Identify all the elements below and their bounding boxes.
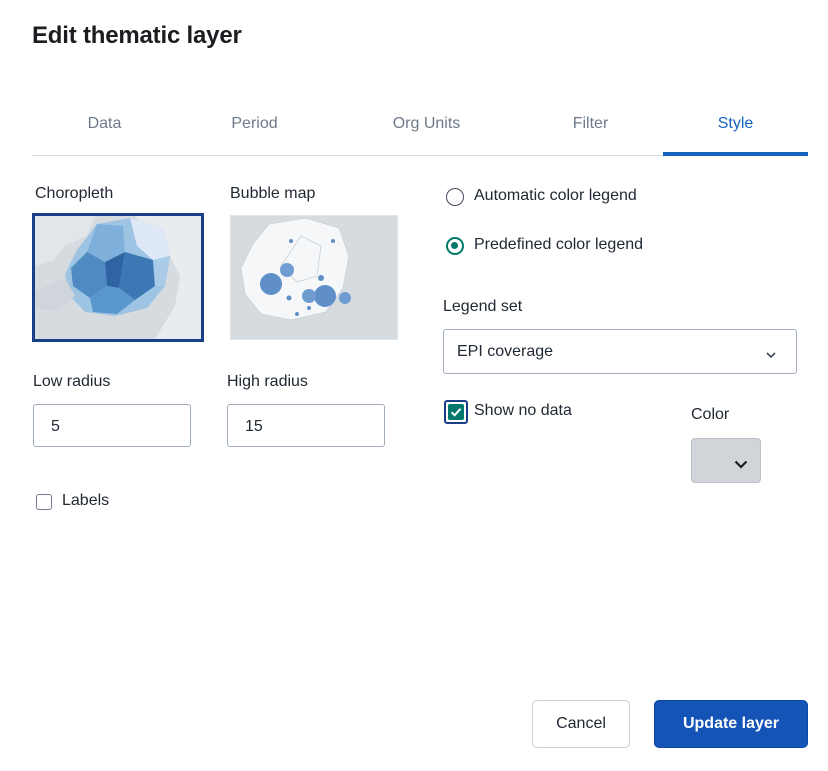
labels-checkbox[interactable]: [36, 494, 52, 510]
choropleth-thumbnail[interactable]: [32, 213, 204, 342]
tab-filter[interactable]: Filter: [518, 108, 663, 154]
tab-bar: Data Period Org Units Filter Style: [32, 108, 808, 156]
low-radius-input[interactable]: 5: [33, 404, 191, 447]
choropleth-map-image: [35, 216, 201, 339]
legend-set-label: Legend set: [443, 298, 523, 315]
cancel-button[interactable]: Cancel: [532, 700, 630, 748]
legend-set-value: EPI coverage: [457, 343, 554, 360]
bubble-map-label: Bubble map: [230, 185, 316, 202]
low-radius-label: Low radius: [33, 373, 111, 390]
bubble-map-image: [231, 216, 397, 339]
bubble-map-thumbnail[interactable]: [230, 215, 398, 340]
dialog-title: Edit thematic layer: [32, 22, 242, 49]
update-layer-button[interactable]: Update layer: [654, 700, 808, 748]
no-data-color-picker[interactable]: [691, 438, 761, 483]
active-tab-indicator: [663, 152, 808, 156]
chevron-down-icon: [766, 346, 776, 364]
color-label: Color: [691, 406, 730, 423]
high-radius-label: High radius: [227, 373, 308, 390]
tab-data[interactable]: Data: [32, 108, 177, 154]
tab-org-units[interactable]: Org Units: [354, 108, 499, 154]
checkmark-icon: [448, 404, 464, 420]
show-no-data-checkbox[interactable]: [444, 400, 468, 424]
predefined-legend-label: Predefined color legend: [474, 236, 644, 253]
automatic-legend-radio[interactable]: [446, 188, 464, 206]
show-no-data-label: Show no data: [474, 402, 572, 419]
choropleth-label: Choropleth: [35, 185, 114, 202]
tab-style[interactable]: Style: [663, 108, 808, 154]
legend-set-select[interactable]: EPI coverage: [443, 329, 797, 374]
labels-label: Labels: [62, 492, 110, 509]
chevron-down-icon: [734, 456, 748, 474]
automatic-legend-label: Automatic color legend: [474, 187, 637, 204]
predefined-legend-radio[interactable]: [446, 237, 464, 255]
high-radius-input[interactable]: 15: [227, 404, 385, 447]
tab-period[interactable]: Period: [182, 108, 327, 154]
